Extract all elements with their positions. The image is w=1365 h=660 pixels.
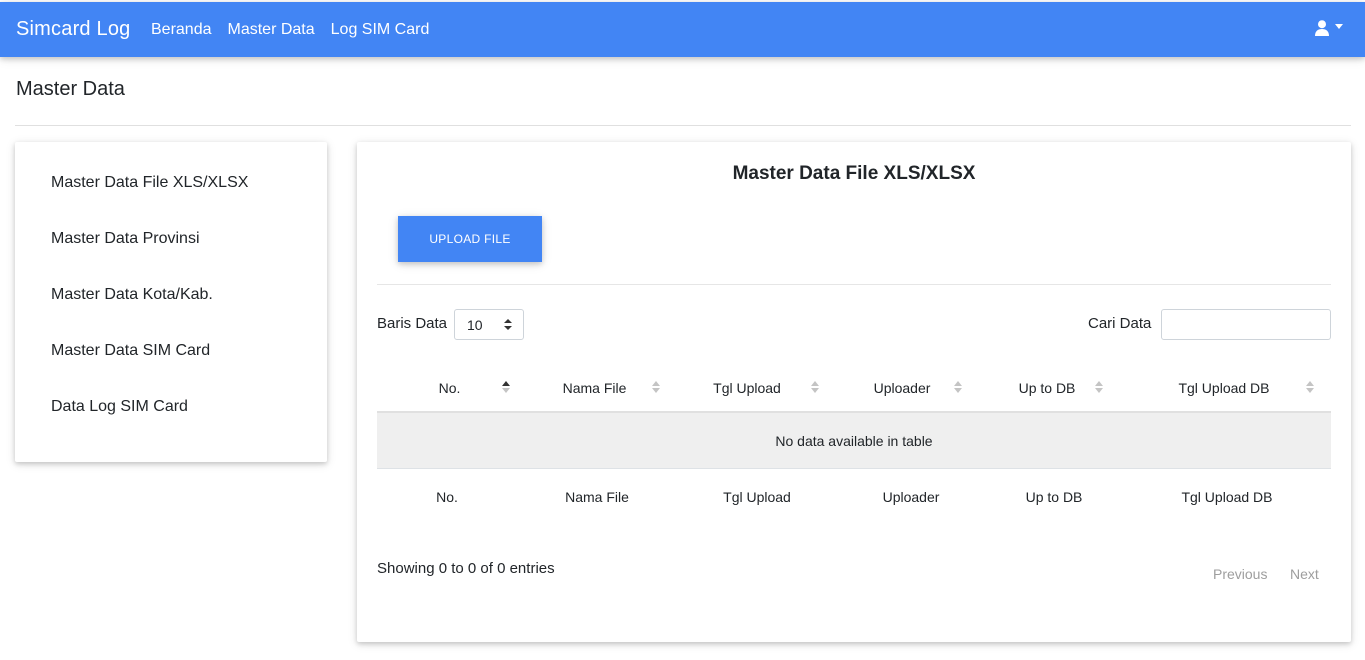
- footer-cell-no: No.: [436, 489, 458, 505]
- footer-cell-uploader: Uploader: [882, 489, 940, 505]
- sort-icon: [811, 381, 821, 395]
- rows-per-page-label: Baris Data: [377, 315, 448, 332]
- pagination-next[interactable]: Next: [1290, 566, 1319, 582]
- nav-link-master-data[interactable]: Master Data: [220, 21, 323, 39]
- column-header-uploader[interactable]: Uploader: [827, 364, 977, 411]
- footer-cell-up-to-db: Up to DB: [1025, 489, 1083, 505]
- sidebar-item-master-data-file[interactable]: Master Data File XLS/XLSX: [51, 174, 248, 192]
- column-header-nama-file[interactable]: Nama File: [522, 364, 667, 411]
- upload-file-button[interactable]: UPLOAD FILE: [398, 216, 542, 262]
- pagination-previous[interactable]: Previous: [1213, 566, 1267, 582]
- column-header-label: No.: [438, 379, 461, 396]
- user-menu-dropdown[interactable]: [1315, 20, 1343, 36]
- column-header-label: Uploader: [873, 379, 931, 396]
- search-label: Cari Data: [1088, 315, 1152, 332]
- table-footer: No. Nama File Tgl Upload Uploader Up to …: [377, 469, 1331, 525]
- sort-asc-icon: [502, 381, 512, 395]
- column-header-label: Tgl Upload DB: [1178, 379, 1270, 396]
- sort-icon: [954, 381, 964, 395]
- card-title: Master Data File XLS/XLSX: [732, 163, 976, 184]
- table-empty-row: No data available in table: [377, 413, 1331, 469]
- user-icon: [1315, 20, 1329, 36]
- sort-icon: [1095, 381, 1105, 395]
- column-header-label: Tgl Upload: [713, 379, 781, 396]
- chevron-down-icon: [1335, 24, 1343, 29]
- top-navbar: Simcard Log Beranda Master Data Log SIM …: [0, 2, 1365, 57]
- search-input[interactable]: [1161, 309, 1331, 340]
- select-arrows-icon: [504, 319, 512, 331]
- main-content-card: Master Data File XLS/XLSX UPLOAD FILE Ba…: [357, 142, 1351, 642]
- footer-cell-tgl-upload: Tgl Upload: [723, 489, 791, 505]
- sidebar-item-master-data-sim-card[interactable]: Master Data SIM Card: [51, 342, 210, 360]
- table-header: No. Nama File Tgl Upload Uploader Up to …: [377, 364, 1331, 413]
- sidebar-item-data-log-sim-card[interactable]: Data Log SIM Card: [51, 398, 188, 416]
- sidebar-menu-card: Master Data File XLS/XLSX Master Data Pr…: [15, 142, 327, 462]
- column-header-label: Up to DB: [1018, 379, 1076, 396]
- column-header-tgl-upload[interactable]: Tgl Upload: [667, 364, 827, 411]
- divider: [15, 125, 1351, 126]
- column-header-no[interactable]: No.: [377, 364, 522, 411]
- column-header-up-to-db[interactable]: Up to DB: [977, 364, 1117, 411]
- table-info: Showing 0 to 0 of 0 entries: [377, 560, 555, 577]
- sort-icon: [1306, 381, 1316, 395]
- page-title: Master Data: [16, 78, 125, 100]
- nav-link-log-sim-card[interactable]: Log SIM Card: [323, 21, 438, 39]
- footer-cell-tgl-upload-db: Tgl Upload DB: [1181, 489, 1273, 505]
- sidebar-item-master-data-kota[interactable]: Master Data Kota/Kab.: [51, 286, 213, 304]
- footer-cell-nama-file: Nama File: [565, 489, 629, 505]
- column-header-tgl-upload-db[interactable]: Tgl Upload DB: [1117, 364, 1331, 411]
- sidebar-item-master-data-provinsi[interactable]: Master Data Provinsi: [51, 230, 200, 248]
- divider: [377, 284, 1331, 285]
- nav-links: Beranda Master Data Log SIM Card: [143, 21, 437, 39]
- rows-per-page-value: 10: [467, 317, 483, 333]
- nav-link-beranda[interactable]: Beranda: [143, 21, 220, 39]
- brand-title[interactable]: Simcard Log: [16, 18, 130, 41]
- rows-per-page-select[interactable]: 10: [454, 309, 524, 340]
- column-header-label: Nama File: [562, 379, 627, 396]
- sort-icon: [652, 381, 662, 395]
